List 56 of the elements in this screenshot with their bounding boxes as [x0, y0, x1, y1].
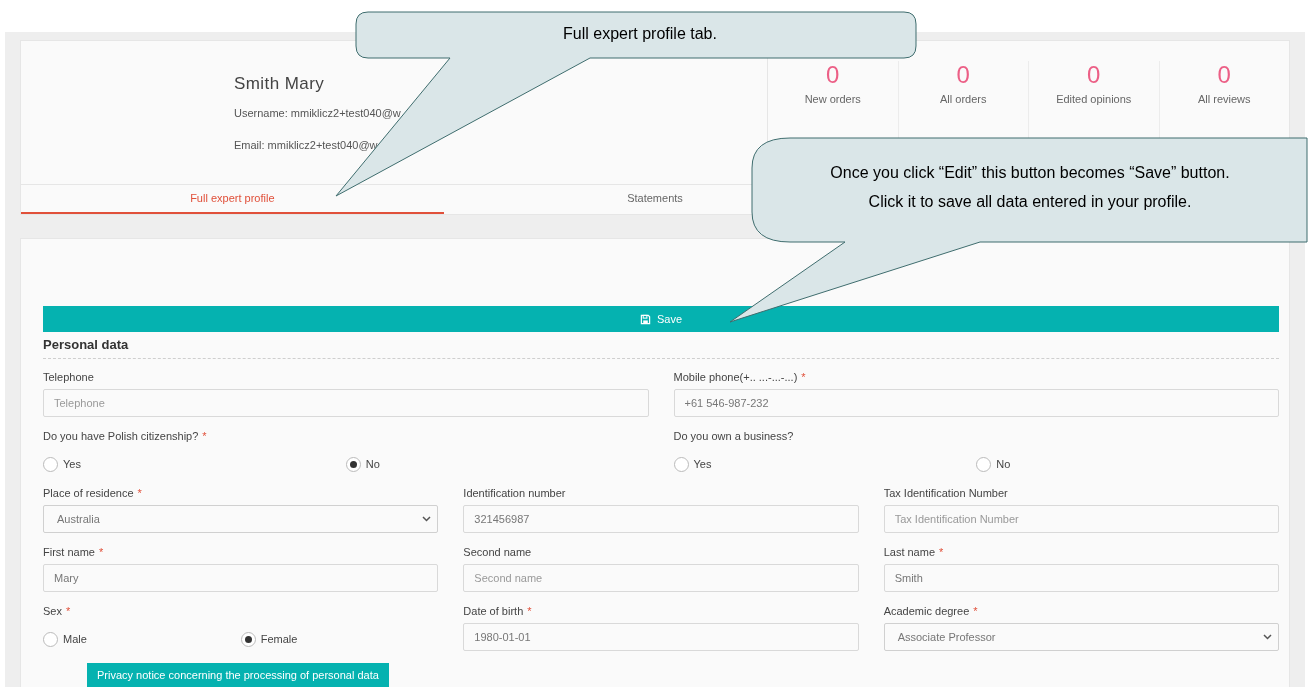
field-label: Do you have Polish citizenship?: [43, 428, 199, 444]
stat-label: All reviews: [1197, 92, 1251, 107]
callout-text: Once you click “Edit” this button becomes “Save” button.: [830, 163, 1230, 183]
radio-option[interactable]: No: [976, 456, 1279, 472]
radio-option[interactable]: Male: [43, 631, 241, 647]
stat-value: 0: [826, 61, 840, 89]
field-label: Telephone: [43, 369, 94, 385]
field-label: Tax Identification Number: [883, 485, 1008, 501]
input-field[interactable]: 1980-01-01: [463, 623, 859, 651]
field-label: Identification number: [463, 485, 566, 501]
stat-label: All orders: [940, 92, 987, 107]
stat-label: Edited opinions: [1056, 92, 1132, 107]
stat-value: 0: [956, 61, 970, 89]
required-mark: *: [98, 544, 104, 560]
field-label: Last name: [883, 544, 936, 560]
required-mark: *: [801, 369, 806, 385]
input-field[interactable]: Mary: [43, 564, 439, 592]
section-title: Personal data: [43, 337, 129, 352]
radio-option[interactable]: Yes: [673, 456, 977, 472]
input-field[interactable]: Tax Identification Number: [883, 505, 1279, 533]
field-label: Academic degree: [883, 603, 970, 619]
stat-value: 0: [1217, 61, 1231, 89]
chevron-down-icon: [1263, 634, 1272, 640]
field-label: Do you own a business?: [673, 428, 794, 444]
input-field[interactable]: Telephone: [43, 389, 649, 417]
callout-text: Full expert profile tab.: [563, 24, 717, 44]
required-mark: *: [137, 485, 142, 501]
required-mark: *: [939, 544, 944, 560]
field-label: Date of birth: [463, 603, 524, 619]
input-field[interactable]: Second name: [463, 564, 859, 592]
field-label: Sex: [43, 603, 62, 619]
stat-label: New orders: [804, 92, 861, 107]
email-text: Email: mmiklicz2+test040@w: [234, 138, 379, 153]
radio-option[interactable]: No: [345, 456, 649, 472]
field-label: Mobile phone(+.. ...-...-...): [673, 369, 798, 385]
profile-name: Smith Mary: [234, 73, 326, 95]
input-field[interactable]: +61 546-987-232: [673, 389, 1279, 417]
save-button[interactable]: Save: [43, 306, 1279, 332]
required-mark: *: [527, 603, 532, 619]
field-label: First name: [43, 544, 95, 560]
required-mark: *: [65, 603, 71, 619]
stat-value: 0: [1087, 61, 1101, 89]
field-label: Place of residence: [43, 485, 134, 501]
required-mark: *: [973, 603, 978, 619]
chevron-down-icon: [422, 516, 432, 522]
username-text: Username: mmiklicz2+test040@w: [234, 106, 402, 121]
input-field[interactable]: Smith: [883, 564, 1279, 592]
callout-text: Click it to save all data entered in your profile.: [868, 192, 1192, 212]
required-mark: *: [202, 428, 207, 444]
field-label: Second name: [463, 544, 532, 560]
select-field[interactable]: Australia: [43, 505, 439, 533]
privacy-notice-button[interactable]: Privacy notice concerning the processing of personal data: [87, 663, 389, 687]
input-field[interactable]: 321456987: [463, 505, 859, 533]
select-field[interactable]: Associate Professor: [883, 623, 1279, 651]
radio-option[interactable]: Female: [240, 631, 439, 647]
radio-option[interactable]: Yes: [43, 456, 346, 472]
